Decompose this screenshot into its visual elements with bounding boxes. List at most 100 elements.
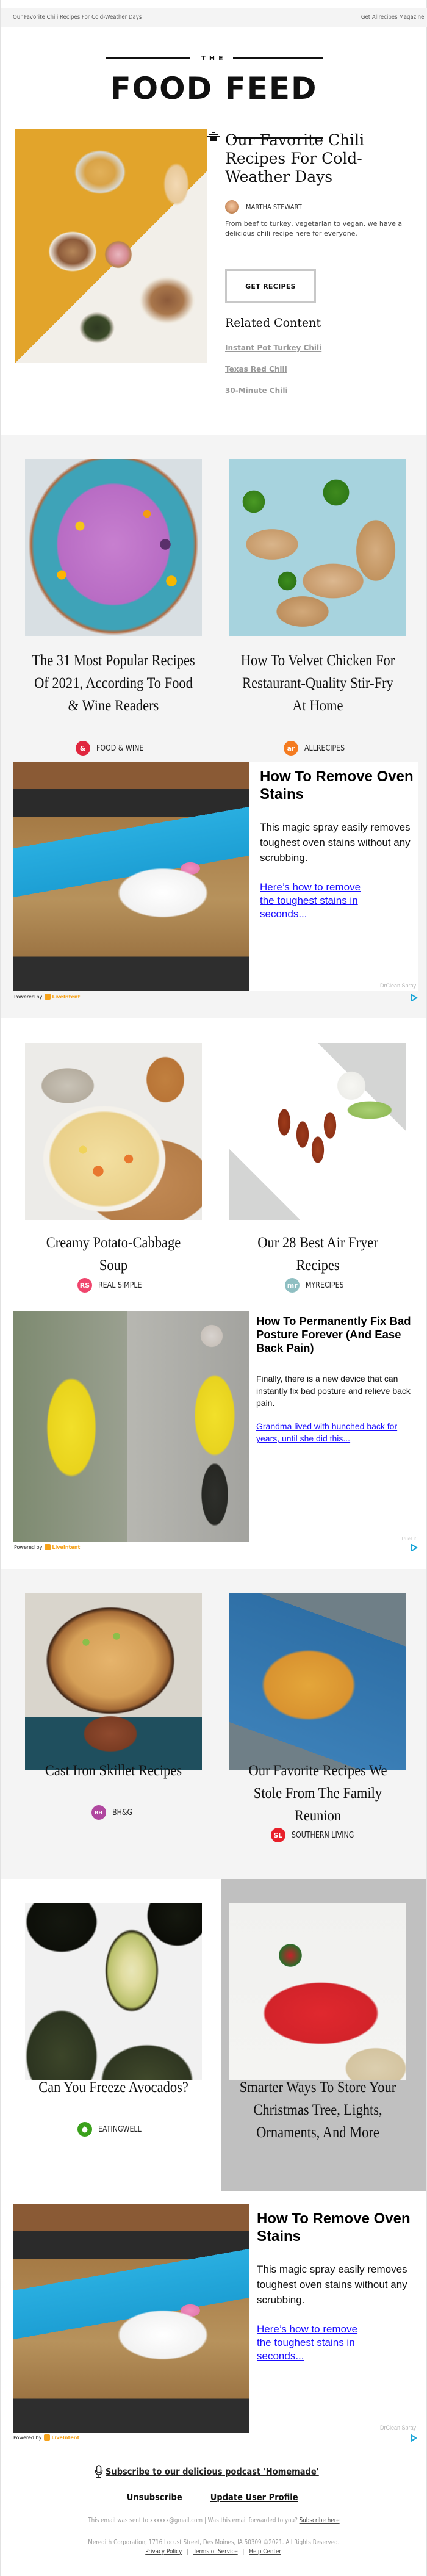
powered-by-liveintent[interactable]: Powered by LiveIntent [13, 2434, 79, 2441]
card-title[interactable]: Cast Iron Skillet Recipes [31, 1759, 196, 1782]
ad-link[interactable]: Here’s how to remove the toughest stains… [257, 2323, 373, 2363]
author-avatar [225, 200, 239, 214]
powered-by-liveintent[interactable]: Powered by LiveIntent [14, 1544, 80, 1550]
bhg-icon: BH [91, 1805, 106, 1820]
source-label: EATINGWELL [98, 2124, 142, 2134]
card-title[interactable]: Our Favorite Recipes We Stole From The F… [235, 1759, 400, 1827]
card-image-potato-soup[interactable] [25, 1043, 202, 1220]
card-source: ar ALLRECIPES [226, 741, 409, 756]
ad-oven-image-2[interactable] [13, 2204, 249, 2433]
adchoices-icon[interactable] [411, 994, 418, 1001]
sent-to-notice: This email was sent to xxxxxx@gmail.com … [0, 2517, 427, 2524]
hero-title[interactable]: Our Favorite Chili Recipes For Cold-Weat… [225, 131, 414, 186]
ad-sponsor: DrClean Spray [379, 983, 416, 989]
ad-link[interactable]: Grandma lived with hunched back for year… [256, 1420, 403, 1445]
get-recipes-button[interactable]: GET RECIPES [225, 269, 316, 303]
preheader-chili-link[interactable]: Our Favorite Chili Recipes For Cold-Weat… [13, 14, 142, 21]
ad-sponsor: DrClean Spray [379, 2425, 416, 2431]
card-source: & FOOD & WINE [22, 741, 205, 756]
powered-by-liveintent[interactable]: Powered by LiveIntent [14, 994, 80, 1000]
unsubscribe-link[interactable]: Unsubscribe [126, 2492, 182, 2506]
ad-posture-textbox[interactable]: How To Permanently Fix Bad Posture Forev… [249, 1311, 418, 1542]
adchoices-icon[interactable] [411, 1544, 418, 1551]
card-title[interactable]: Can You Freeze Avocados? [31, 2076, 196, 2099]
liveintent-label: LiveIntent [51, 2434, 80, 2441]
ad-oven-textbox-2[interactable]: How To Remove Oven Stains This magic spr… [249, 2204, 418, 2433]
related-link[interactable]: Texas Red Chili [225, 365, 287, 373]
source-label: FOOD & WINE [96, 743, 143, 753]
liveintent-label: LiveIntent [52, 1544, 81, 1550]
terms-of-service-link[interactable]: Terms of Service [193, 2548, 238, 2555]
real-simple-icon: RS [77, 1278, 92, 1293]
card-title[interactable]: The 31 Most Popular Recipes Of 2021, Acc… [31, 649, 196, 717]
author-name: MARTHA STEWART [246, 203, 302, 211]
hero-description: From beef to turkey, vegetarian to vegan… [225, 220, 403, 237]
hero-chili-image[interactable] [15, 129, 207, 363]
card-image-christmas-storage[interactable] [229, 1903, 406, 2080]
allrecipes-icon: ar [284, 741, 299, 756]
subscribe-here-link[interactable]: Subscribe here [299, 2517, 339, 2524]
logo-title: FOOD FEED [110, 71, 318, 106]
eatingwell-icon [77, 2122, 93, 2137]
ad-headline[interactable]: How To Remove Oven Stains [257, 2210, 415, 2245]
ad-link[interactable]: Here’s how to remove the toughest stains… [260, 881, 376, 921]
source-label: SOUTHERN LIVING [291, 1830, 354, 1840]
food-feed-logo[interactable]: THE FOOD FEED [105, 35, 325, 141]
ad-oven-textbox[interactable]: How To Remove Oven Stains This magic spr… [249, 762, 418, 991]
divider: | [242, 2548, 245, 2555]
ad-headline[interactable]: How To Permanently Fix Bad Posture Forev… [256, 1315, 416, 1355]
footer-account-links: Unsubscribe Update User Profile [0, 2492, 427, 2506]
myrecipes-icon: mr [285, 1278, 300, 1293]
help-center-link[interactable]: Help Center [249, 2548, 282, 2555]
ad-body: This magic spray easily removes toughest… [260, 821, 411, 864]
hero-content: Our Favorite Chili Recipes For Cold-Weat… [225, 131, 414, 237]
card-title[interactable]: Smarter Ways To Store Your Christmas Tre… [235, 2076, 400, 2144]
company-address: Meredith Corporation, 1716 Locust Street… [0, 2538, 427, 2556]
cooking-pot-icon [207, 132, 220, 141]
source-label: MYRECIPES [306, 1280, 344, 1290]
ad-body: Finally, there is a new device that can … [256, 1374, 411, 1408]
update-profile-link[interactable]: Update User Profile [210, 2492, 298, 2506]
ad-headline[interactable]: How To Remove Oven Stains [260, 768, 415, 803]
card-image-family-reunion[interactable] [229, 1593, 406, 1770]
card-title[interactable]: How To Velvet Chicken For Restaurant-Qua… [235, 649, 400, 717]
card-image-popular-recipes[interactable] [25, 459, 202, 636]
ad-posture-image[interactable] [13, 1311, 249, 1542]
powered-by-label: Powered by [14, 994, 43, 1000]
adchoices-icon[interactable] [410, 2434, 417, 2442]
preheader-bar: Our Favorite Chili Recipes For Cold-Weat… [1, 8, 427, 27]
powered-by-label: Powered by [14, 1544, 43, 1550]
card-image-avocados[interactable] [25, 1903, 202, 2080]
powered-by-label: Powered by [13, 2434, 42, 2441]
podcast-link[interactable]: Subscribe to our delicious podcast 'Home… [106, 2466, 319, 2477]
ad-body: This magic spray easily removes toughest… [257, 2264, 407, 2306]
liveintent-logo-icon [45, 994, 51, 1000]
ad-oven-image[interactable] [13, 762, 249, 991]
ad-sponsor: TrueFit [400, 1536, 416, 1542]
logo-the: THE [201, 54, 227, 62]
sent-to-text: This email was sent to xxxxxx@gmail.com … [87, 2517, 298, 2524]
southern-living-icon: SL [270, 1828, 285, 1842]
podcast-subscribe: Subscribe to our delicious podcast 'Home… [95, 2465, 351, 2478]
related-content-heading: Related Content [225, 316, 321, 330]
microphone-icon [95, 2465, 103, 2478]
related-link[interactable]: Instant Pot Turkey Chili [225, 344, 321, 352]
card-image-velvet-chicken[interactable] [229, 459, 406, 636]
address-text: Meredith Corporation, 1716 Locust Street… [87, 2539, 340, 2546]
content-section-3: Cast Iron Skillet Recipes BH BH&G Our Fa… [1, 1569, 426, 1879]
liveintent-logo-icon [44, 2434, 51, 2441]
card-source: SL SOUTHERN LIVING [226, 1828, 409, 1842]
related-link[interactable]: 30-Minute Chili [225, 386, 288, 395]
liveintent-logo-icon [45, 1544, 51, 1550]
food-wine-icon: & [75, 741, 90, 756]
get-magazine-link[interactable]: Get Allrecipes Magazine [361, 14, 424, 21]
source-label: BH&G [112, 1808, 132, 1817]
card-title[interactable]: Creamy Potato-Cabbage Soup [31, 1232, 196, 1277]
card-title[interactable]: Our 28 Best Air Fryer Recipes [235, 1232, 400, 1277]
content-section-2: Creamy Potato-Cabbage Soup RS REAL SIMPL… [1, 1018, 426, 1569]
card-source: RS REAL SIMPLE [22, 1278, 205, 1293]
card-image-air-fryer[interactable] [229, 1043, 406, 1220]
card-image-cast-iron[interactable] [25, 1593, 202, 1770]
content-section-1: The 31 Most Popular Recipes Of 2021, Acc… [1, 435, 426, 1018]
privacy-policy-link[interactable]: Privacy Policy [146, 2548, 182, 2555]
